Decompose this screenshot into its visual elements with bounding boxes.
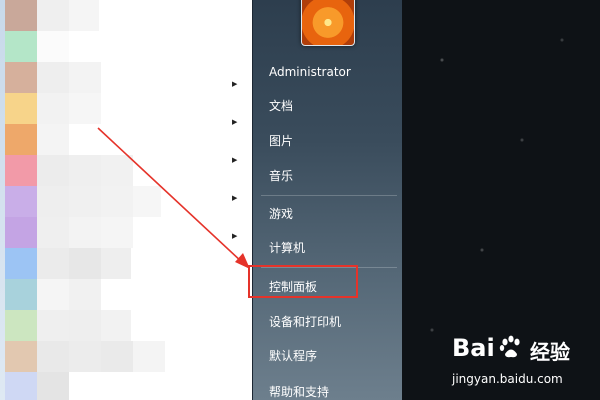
menu-item-computer[interactable]: 计算机	[269, 237, 389, 259]
annotation-highlight-box	[248, 265, 358, 298]
programs-list-pane: ▶ ▶ ▶ ▶ ▶	[0, 0, 252, 400]
menu-item-documents[interactable]: 文档	[269, 95, 389, 117]
submenu-arrow-icon[interactable]: ▶	[232, 118, 237, 126]
menu-item-user-name[interactable]: Administrator	[269, 61, 389, 83]
submenu-arrow-icon[interactable]: ▶	[232, 156, 237, 164]
menu-item-help-support[interactable]: 帮助和支持	[269, 381, 389, 400]
watermark-suffix: 经验	[530, 340, 570, 364]
menu-item-devices-printers[interactable]: 设备和打印机	[269, 311, 389, 333]
menu-item-games[interactable]: 游戏	[269, 203, 389, 225]
watermark-logo-text: Bai	[452, 334, 495, 362]
baidu-jingyan-watermark: Bai 经验 jingyan.baidu.com	[452, 330, 592, 390]
menu-item-music[interactable]: 音乐	[269, 165, 389, 187]
watermark-url: jingyan.baidu.com	[452, 372, 563, 386]
submenu-arrow-icon[interactable]: ▶	[232, 232, 237, 240]
start-menu-right-column: Administrator 文档 图片 音乐 游戏 计算机 控制面板 设备和打印…	[252, 0, 403, 400]
menu-item-default-programs[interactable]: 默认程序	[269, 345, 389, 367]
menu-separator	[261, 195, 397, 196]
menu-item-pictures[interactable]: 图片	[269, 130, 389, 152]
paw-icon	[499, 335, 520, 358]
user-avatar[interactable]	[301, 0, 355, 46]
submenu-arrow-icon[interactable]: ▶	[232, 194, 237, 202]
submenu-arrow-icon[interactable]: ▶	[232, 80, 237, 88]
